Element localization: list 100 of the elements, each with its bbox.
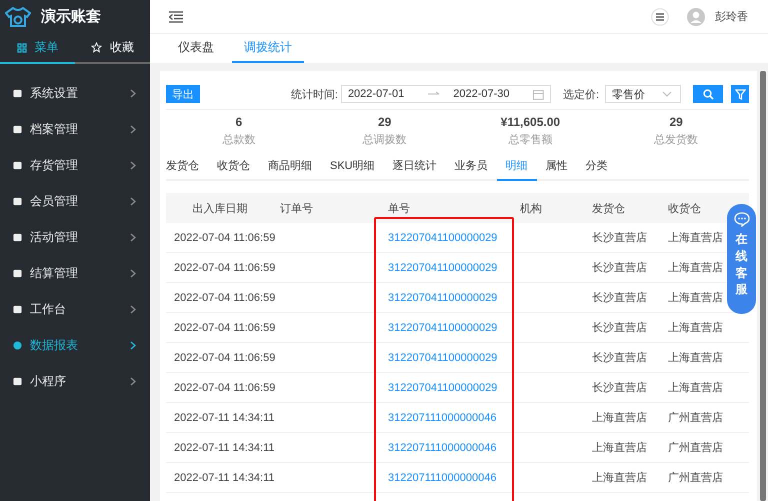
price-label: 选定价:: [562, 88, 599, 102]
column-header: 出入库日期: [192, 202, 248, 216]
stat-value: 29: [378, 115, 392, 129]
menu-icon[interactable]: [651, 8, 669, 26]
table-cell: 2022-07-04 11:06:59: [174, 262, 276, 274]
table-cell: 广州直营店: [668, 442, 723, 454]
avatar-icon[interactable]: [687, 8, 705, 26]
chevron-right-icon: [130, 160, 136, 170]
table-cell: 2022-07-11 14:34:11: [174, 442, 275, 454]
stat-value: 29: [669, 115, 683, 129]
table-cell: 广州直营店: [668, 412, 723, 424]
square-icon: [13, 196, 22, 206]
table-cell: 上海直营店: [668, 352, 723, 364]
sidebar-menu-item[interactable]: 数据报表: [0, 327, 150, 363]
column-header: 发货仓: [591, 202, 626, 216]
sidebar-menu-item[interactable]: 系统设置: [0, 75, 150, 111]
column-header: 收货仓: [667, 202, 702, 216]
user-name: 彭玲香: [715, 10, 748, 24]
chevron-right-icon: [130, 196, 136, 206]
table-cell: 长沙直营店: [592, 322, 647, 334]
table-cell: 2022-07-11 14:34:11: [174, 412, 275, 424]
report-tab[interactable]: 属性: [536, 152, 577, 181]
chevron-right-icon: [130, 88, 136, 98]
menu-fold-icon[interactable]: [169, 10, 183, 22]
sidebar-menu-item[interactable]: 活动管理: [0, 219, 150, 255]
table-cell: 上海直营店: [668, 322, 723, 334]
filter-icon: [734, 88, 746, 100]
table-cell: 2022-07-04 11:06:59: [174, 232, 276, 244]
table-cell: 上海直营店: [668, 292, 723, 304]
column-header: 机构: [519, 202, 543, 216]
column-header: 订单号: [279, 202, 314, 216]
app-title: 演示账套: [41, 7, 101, 26]
square-icon: [13, 124, 22, 134]
stat-label: 总发货数: [654, 133, 698, 147]
table-cell: 长沙直营店: [592, 232, 647, 244]
price-select[interactable]: 零售价: [605, 85, 681, 103]
report-tab[interactable]: 逐日统计: [384, 152, 446, 181]
sidebar-menu-item[interactable]: 结算管理: [0, 255, 150, 291]
square-icon: [13, 376, 22, 386]
square-icon: [13, 88, 22, 98]
table-cell: 2022-07-04 11:06:59: [174, 382, 276, 394]
chevron-right-icon: [130, 268, 136, 278]
table-cell: 长沙直营店: [592, 352, 647, 364]
square-icon: [13, 268, 22, 278]
sidebar-tab[interactable]: 收藏: [75, 33, 150, 64]
report-tab[interactable]: SKU明细: [321, 152, 384, 181]
table-cell: 2022-07-04 11:06:59: [174, 352, 276, 364]
stat-label: 总款数: [222, 133, 256, 147]
table-cell: 上海直营店: [592, 472, 647, 484]
sidebar-menu-item[interactable]: 档案管理: [0, 111, 150, 147]
report-tab[interactable]: 分类: [576, 152, 617, 181]
square-icon: [13, 160, 22, 170]
square-icon: [13, 232, 22, 242]
stat-label: 总调拨数: [362, 133, 407, 147]
pie-chart-icon: [13, 340, 22, 350]
chevron-right-icon: [130, 376, 136, 386]
table-cell: 广州直营店: [668, 472, 723, 484]
square-icon: [13, 304, 22, 314]
table-cell: 2022-07-04 11:06:59: [174, 292, 276, 304]
calendar-icon: [533, 88, 544, 100]
stat-value: ¥11,605.00: [500, 115, 560, 129]
sidebar-menu-item[interactable]: 小程序: [0, 363, 150, 399]
table-cell: 上海直营店: [668, 382, 723, 394]
table-cell: 上海直营店: [668, 232, 723, 244]
date-range-field[interactable]: 2022-07-01 2022-07-30: [340, 85, 551, 103]
sidebar-menu-item[interactable]: 工作台: [0, 291, 150, 327]
chat-bubble-icon: [734, 212, 750, 227]
sidebar-menu-item[interactable]: 存货管理: [0, 147, 150, 183]
chevron-right-icon: [130, 124, 136, 134]
chevron-right-icon: [130, 340, 136, 350]
report-tab[interactable]: 业务员: [446, 152, 497, 181]
sidebar-menu-item[interactable]: 会员管理: [0, 183, 150, 219]
report-tab[interactable]: 发货仓: [166, 152, 208, 181]
report-tab[interactable]: 收货仓: [208, 152, 259, 181]
table-cell: 长沙直营店: [592, 262, 647, 274]
chevron-right-icon: [130, 304, 136, 314]
chevron-right-icon: [130, 232, 136, 242]
online-service-button[interactable]: 在线客服: [727, 204, 756, 314]
report-tab[interactable]: 商品明细: [259, 152, 321, 181]
sidebar-tab[interactable]: 菜单: [0, 33, 75, 64]
grid-icon: [16, 42, 26, 52]
table-cell: 长沙直营店: [592, 292, 647, 304]
search-icon: [702, 88, 714, 100]
star-icon: [91, 42, 102, 53]
page-tab[interactable]: 仪表盘: [160, 34, 232, 63]
table-cell: 上海直营店: [592, 442, 647, 454]
table-cell: 2022-07-04 11:06:59: [174, 322, 276, 334]
column-header: 单号: [387, 202, 411, 216]
search-button[interactable]: [693, 85, 723, 103]
shirt-logo-icon: [5, 6, 31, 26]
table-cell: 上海直营店: [668, 262, 723, 274]
scrollbar[interactable]: [760, 71, 766, 501]
stat-label: 总零售额: [508, 132, 552, 147]
table-cell: 长沙直营店: [592, 382, 647, 394]
filter-button[interactable]: [731, 85, 749, 103]
table-cell: 上海直营店: [592, 412, 647, 424]
date-label: 统计时间:: [290, 88, 338, 102]
chevron-down-icon: [662, 91, 672, 97]
arrow-right-icon: [428, 91, 440, 97]
table-cell: 2022-07-11 14:34:11: [174, 472, 275, 484]
